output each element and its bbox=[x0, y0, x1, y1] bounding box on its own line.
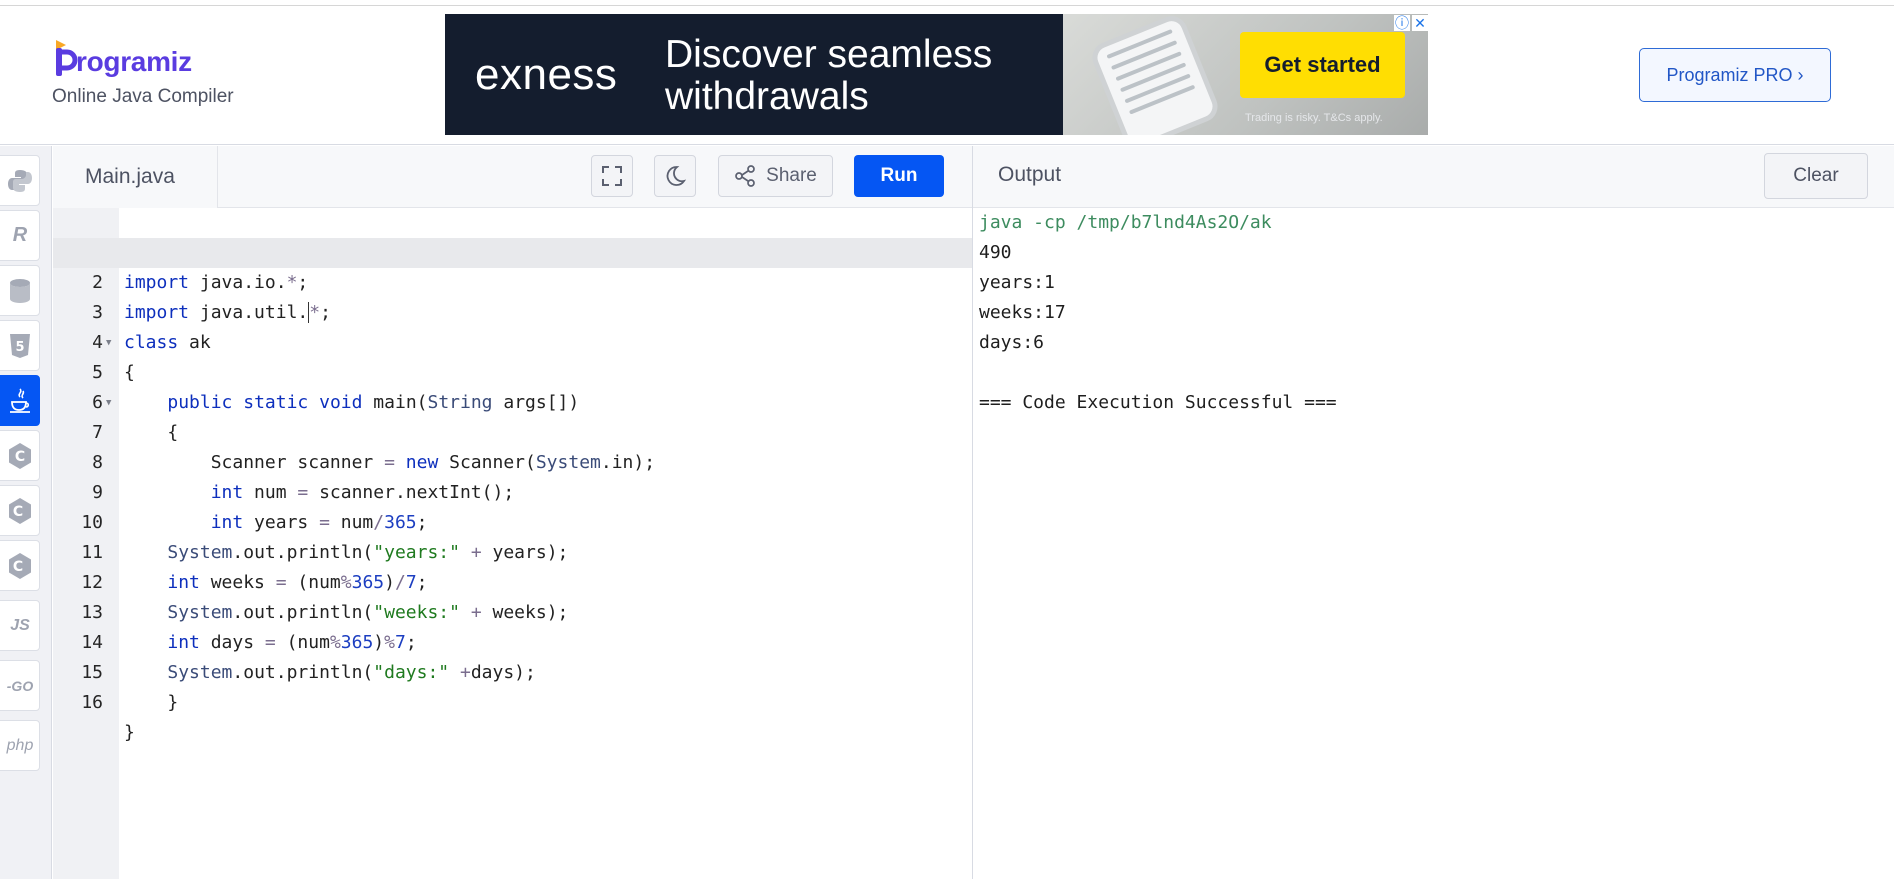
ad-info-icon[interactable]: ⓘ bbox=[1394, 15, 1410, 31]
programiz-pro-button[interactable]: Programiz PRO › bbox=[1639, 48, 1831, 102]
language-sidebar: R 5 C C C JS -GO php bbox=[0, 146, 52, 879]
share-icon bbox=[735, 165, 755, 187]
go-icon[interactable]: -GO bbox=[0, 660, 40, 711]
output-title: Output bbox=[998, 163, 1062, 186]
editor-toolbar: Main.java Share Run bbox=[53, 146, 972, 208]
python-icon[interactable] bbox=[0, 155, 40, 206]
html5-icon[interactable]: 5 bbox=[0, 320, 40, 371]
svg-text:5: 5 bbox=[15, 340, 24, 355]
js-label: JS bbox=[10, 616, 30, 634]
code-editor-panel: Main.java Share Run 1▼ import java.io.*;… bbox=[53, 146, 972, 879]
expand-icon bbox=[602, 166, 622, 186]
code-line: 13 int days = (num%365)%7; bbox=[53, 568, 972, 653]
ad-brand: exness bbox=[475, 50, 618, 99]
moon-icon bbox=[666, 166, 686, 186]
java-icon[interactable] bbox=[0, 375, 40, 426]
cpp-icon[interactable]: C bbox=[0, 485, 40, 536]
code-text: } bbox=[124, 692, 179, 713]
code-line: 9 int years = num/365; bbox=[53, 448, 972, 533]
csharp-icon[interactable]: C bbox=[0, 540, 40, 591]
output-command-line: java -cp /tmp/b7lnd4As2O/ak bbox=[979, 212, 1272, 233]
code-text-area[interactable]: 1▼ import java.io.*; 2 import java.util.… bbox=[53, 208, 972, 879]
fullscreen-button[interactable] bbox=[591, 155, 633, 197]
code-line-active: 2 import java.util.*; bbox=[53, 238, 972, 323]
code-line: 8 int num = scanner.nextInt(); bbox=[53, 418, 972, 503]
ad-headline: Discover seamless withdrawals bbox=[665, 33, 993, 118]
output-line: 490 bbox=[979, 242, 1012, 263]
clear-button[interactable]: Clear bbox=[1764, 153, 1868, 199]
line-number: 16 bbox=[81, 692, 103, 713]
page-subtitle: Online Java Compiler bbox=[52, 86, 234, 107]
share-label: Share bbox=[766, 165, 817, 186]
programiz-logo[interactable]: rogramiz bbox=[52, 38, 192, 78]
ad-close-icon[interactable]: ✕ bbox=[1412, 15, 1428, 31]
code-line: 6 ▼ { bbox=[53, 358, 972, 443]
r-label: R bbox=[12, 224, 28, 246]
code-line: 14 System.out.println("days:" +days); bbox=[53, 598, 972, 683]
advertisement-banner[interactable]: exness Discover seamless withdrawals Get… bbox=[445, 14, 1428, 135]
ad-get-started-button[interactable]: Get started bbox=[1240, 32, 1405, 98]
output-line: weeks:17 bbox=[979, 302, 1066, 323]
cpp-label: C bbox=[13, 504, 23, 520]
database-icon[interactable] bbox=[0, 265, 40, 316]
output-line: days:6 bbox=[979, 332, 1045, 353]
code-line: 16 } bbox=[53, 658, 972, 743]
php-label: php bbox=[6, 736, 34, 754]
programiz-logo-icon bbox=[52, 38, 78, 78]
output-panel: Output Clear java -cp /tmp/b7lnd4As2O/ak… bbox=[972, 146, 1894, 879]
output-toolbar: Output Clear bbox=[973, 146, 1894, 208]
code-text: } bbox=[124, 722, 135, 743]
code-line: 5 public static void main(String args[]) bbox=[53, 328, 972, 413]
csharp-label: C bbox=[13, 559, 23, 575]
r-language-icon[interactable]: R bbox=[0, 210, 40, 261]
code-line: 12 System.out.println("weeks:" + weeks); bbox=[53, 538, 972, 623]
c-label: C bbox=[15, 449, 25, 465]
code-line: 4 ▼ { bbox=[53, 298, 972, 383]
tab-main-java[interactable]: Main.java bbox=[53, 146, 218, 208]
code-line: 15 } bbox=[53, 628, 972, 713]
go-label: -GO bbox=[6, 677, 34, 694]
share-button[interactable]: Share bbox=[718, 155, 833, 197]
code-line: 3 class ak bbox=[53, 268, 972, 353]
site-header: rogramiz Online Java Compiler exness Dis… bbox=[0, 6, 1894, 145]
c-language-icon[interactable]: C bbox=[0, 430, 40, 481]
logo-text: rogramiz bbox=[76, 46, 192, 77]
code-line: 11 int weeks = (num%365)/7; bbox=[53, 508, 972, 593]
javascript-icon[interactable]: JS bbox=[0, 600, 40, 651]
ad-disclaimer: Trading is risky. T&Cs apply. bbox=[1245, 112, 1383, 124]
code-line: 7 Scanner scanner = new Scanner(System.i… bbox=[53, 388, 972, 473]
run-button[interactable]: Run bbox=[854, 155, 944, 197]
code-line: 1▼ import java.io.*; bbox=[53, 208, 972, 293]
output-console[interactable]: java -cp /tmp/b7lnd4As2O/ak 490 years:1 … bbox=[979, 208, 1337, 418]
code-line: 10 System.out.println("years:" + years); bbox=[53, 478, 972, 563]
output-line: years:1 bbox=[979, 272, 1055, 293]
output-status-line: === Code Execution Successful === bbox=[979, 392, 1337, 413]
dark-mode-button[interactable] bbox=[654, 155, 696, 197]
php-icon[interactable]: php bbox=[0, 720, 40, 771]
